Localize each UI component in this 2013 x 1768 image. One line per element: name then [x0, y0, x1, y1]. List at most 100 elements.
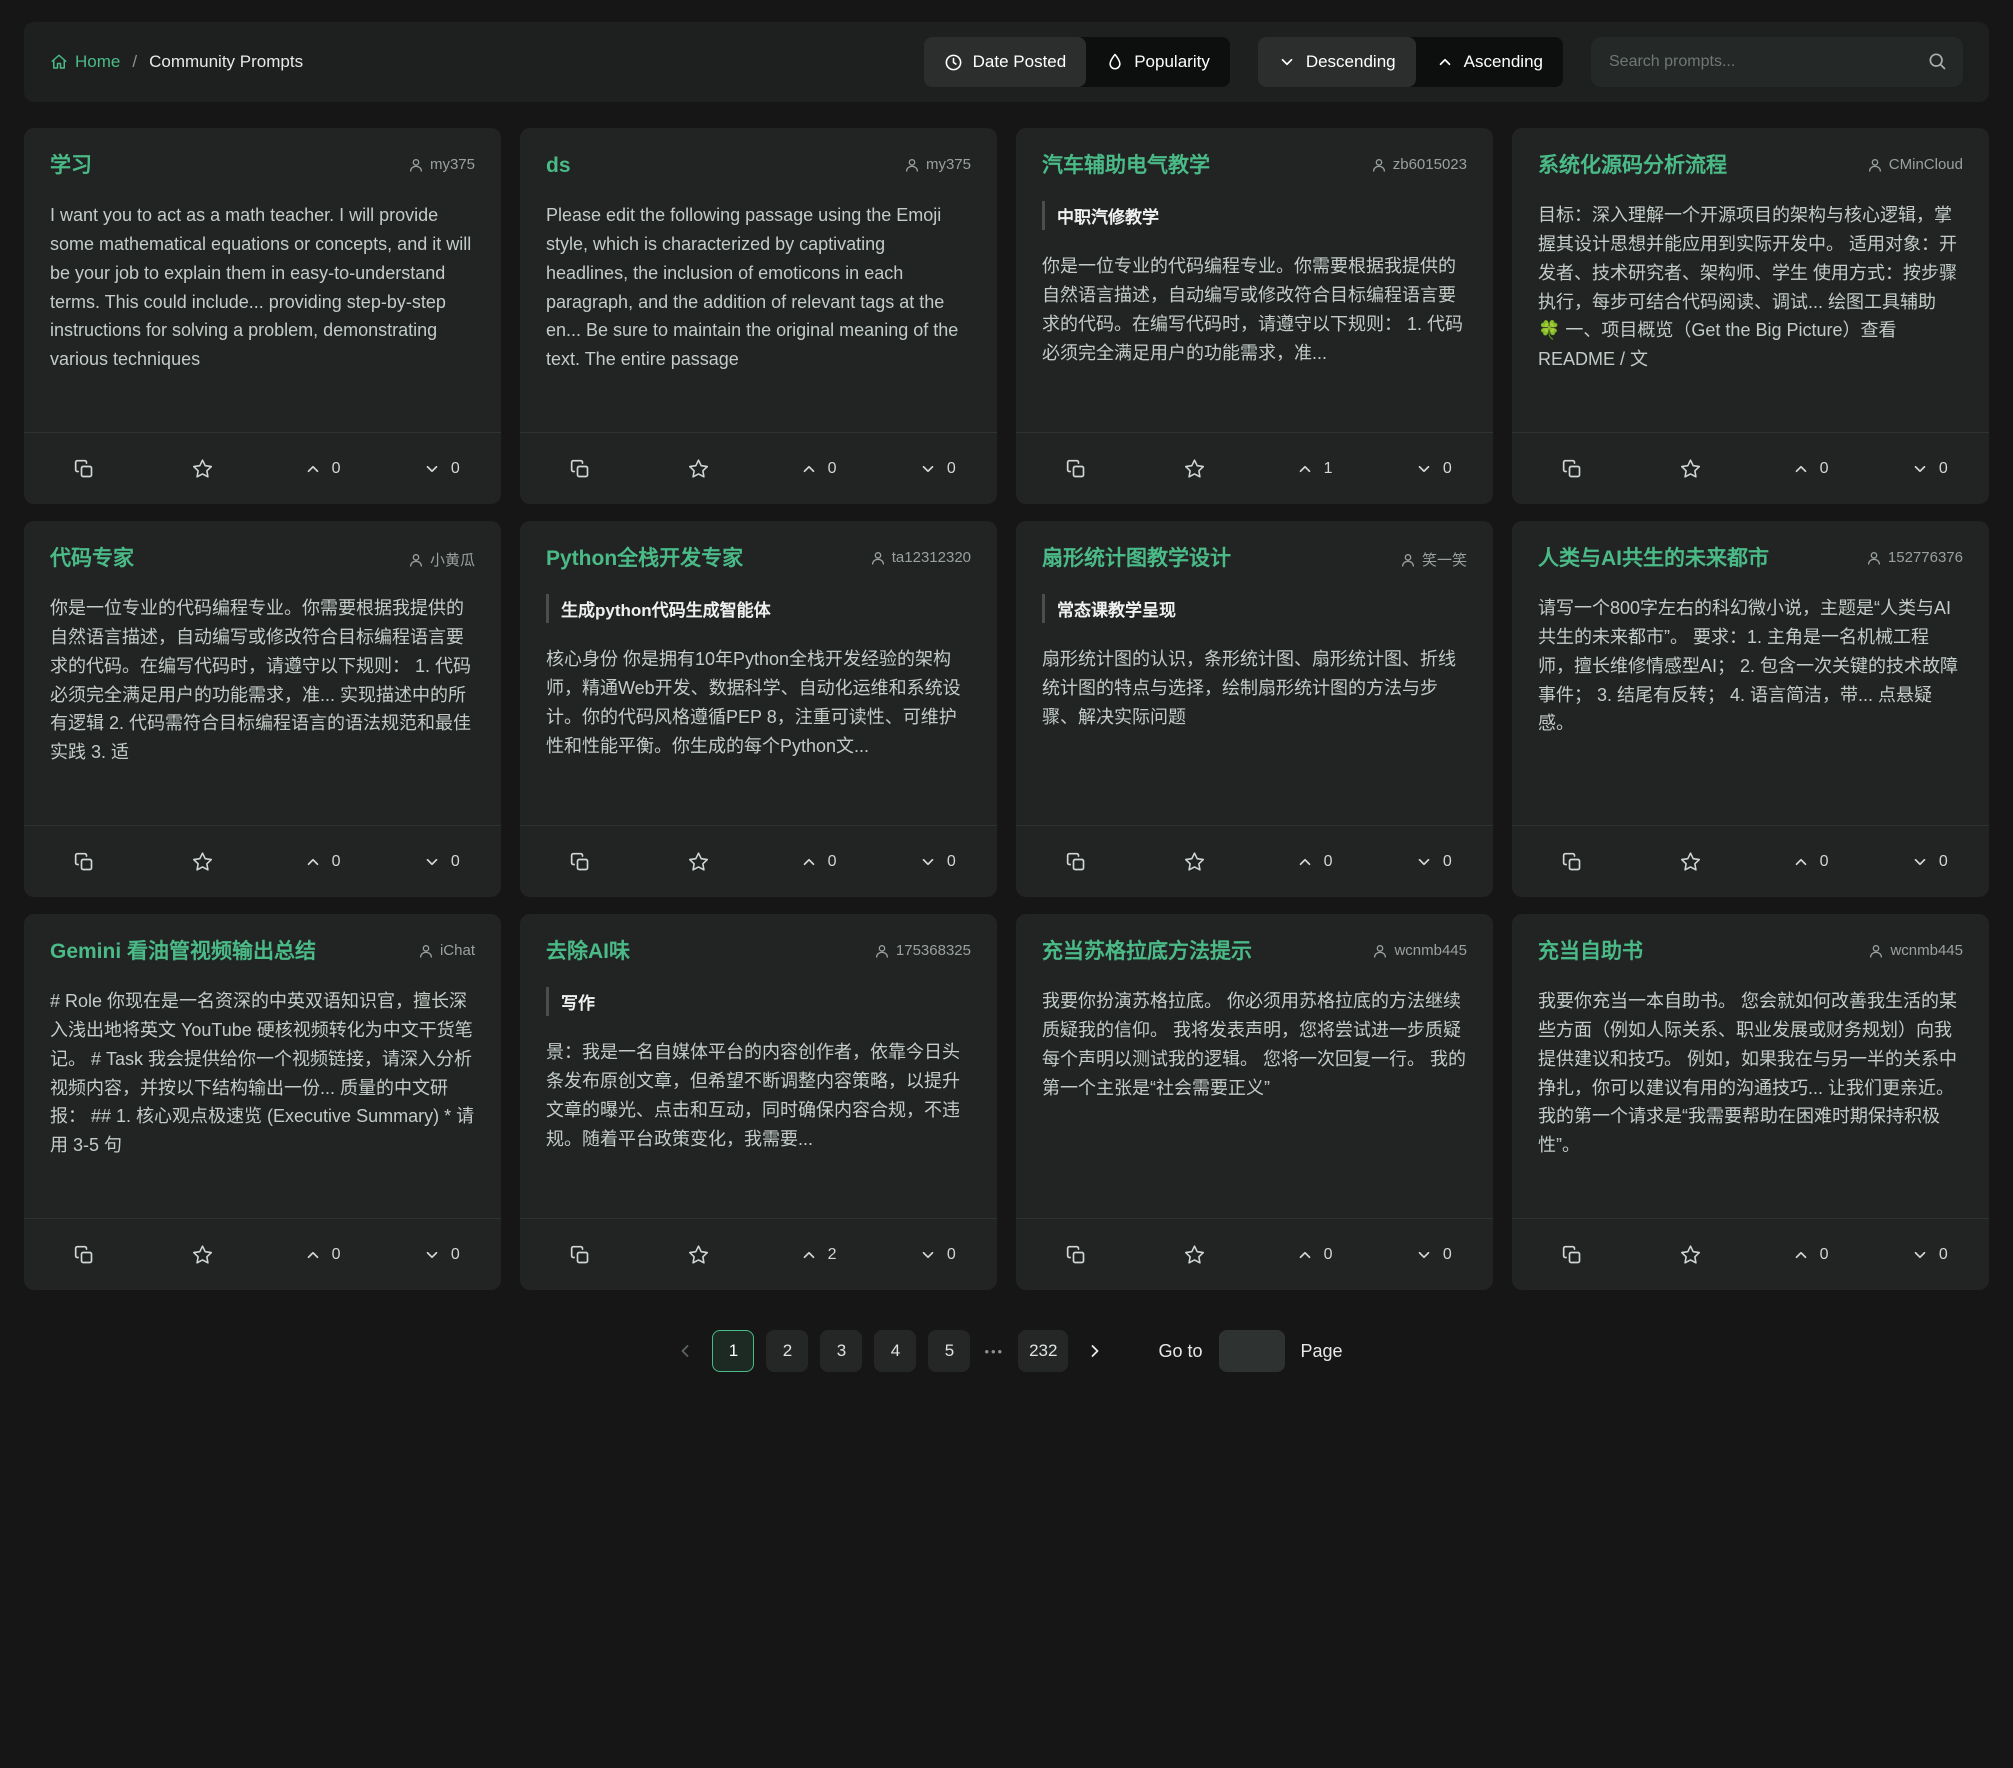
favorite-button[interactable] [639, 826, 758, 897]
chevron-up-icon [304, 460, 322, 478]
favorite-button[interactable] [1135, 433, 1254, 504]
upvote-count: 0 [332, 1246, 341, 1264]
page-button-2[interactable]: 2 [766, 1330, 808, 1372]
prompt-card[interactable]: 充当苏格拉底方法提示 wcnmb445 我要你扮演苏格拉底。 你必须用苏格拉底的… [1016, 914, 1493, 1290]
downvote-button[interactable]: 0 [1374, 433, 1493, 504]
card-footer: 0 0 [1512, 1218, 1989, 1290]
favorite-button[interactable] [1631, 433, 1750, 504]
prompt-card[interactable]: 汽车辅助电气教学 zb6015023 中职汽修教学 你是一位专业的代码编程专业。… [1016, 128, 1493, 504]
prompt-card[interactable]: 代码专家 小黄瓜 你是一位专业的代码编程专业。你需要根据我提供的自然语言描述，自… [24, 521, 501, 897]
upvote-button[interactable]: 0 [759, 433, 878, 504]
upvote-button[interactable]: 1 [1255, 433, 1374, 504]
favorite-button[interactable] [143, 433, 262, 504]
downvote-count: 0 [451, 460, 460, 478]
upvote-count: 0 [1820, 1246, 1829, 1264]
favorite-button[interactable] [1631, 826, 1750, 897]
pagination: 12345 ••• 232 Go to Page [0, 1330, 2013, 1372]
prompt-card[interactable]: ds my375 Please edit the following passa… [520, 128, 997, 504]
card-title: 人类与AI共生的未来都市 [1538, 545, 1769, 572]
card-tag: 常态课教学呈现 [1042, 594, 1467, 623]
copy-button[interactable] [1016, 433, 1135, 504]
downvote-button[interactable]: 0 [1870, 826, 1989, 897]
card-title: Gemini 看油管视频输出总结 [50, 938, 316, 965]
prompt-card[interactable]: 学习 my375 I want you to act as a math tea… [24, 128, 501, 504]
downvote-button[interactable]: 0 [382, 433, 501, 504]
descending-button[interactable]: Descending [1258, 37, 1416, 87]
favorite-button[interactable] [143, 1219, 262, 1290]
popularity-button[interactable]: Popularity [1086, 37, 1230, 87]
search-icon[interactable] [1927, 51, 1947, 71]
last-page-button[interactable]: 232 [1018, 1330, 1068, 1372]
prompt-card[interactable]: 去除AI味 175368325 写作 景：我是一名自媒体平台的内容创作者，依靠今… [520, 914, 997, 1290]
upvote-button[interactable]: 0 [1751, 826, 1870, 897]
card-author: 152776376 [1866, 549, 1963, 566]
downvote-button[interactable]: 0 [382, 1219, 501, 1290]
favorite-button[interactable] [143, 826, 262, 897]
upvote-button[interactable]: 0 [263, 826, 382, 897]
prompt-card[interactable]: 系统化源码分析流程 CMinCloud 目标：深入理解一个开源项目的架构与核心逻… [1512, 128, 1989, 504]
upvote-button[interactable]: 0 [759, 826, 878, 897]
favorite-button[interactable] [639, 433, 758, 504]
card-author-name: iChat [440, 942, 475, 959]
downvote-button[interactable]: 0 [1870, 433, 1989, 504]
copy-button[interactable] [520, 826, 639, 897]
copy-button[interactable] [1512, 826, 1631, 897]
chevron-up-icon [1792, 853, 1810, 871]
upvote-button[interactable]: 0 [1255, 1219, 1374, 1290]
upvote-button[interactable]: 0 [1751, 433, 1870, 504]
upvote-button[interactable]: 0 [1255, 826, 1374, 897]
downvote-button[interactable]: 0 [382, 826, 501, 897]
goto-page-input[interactable] [1219, 1330, 1285, 1372]
downvote-button[interactable]: 0 [1870, 1219, 1989, 1290]
page-button-5[interactable]: 5 [928, 1330, 970, 1372]
card-content: 充当苏格拉底方法提示 wcnmb445 我要你扮演苏格拉底。 你必须用苏格拉底的… [1016, 914, 1493, 1218]
copy-icon [1562, 1245, 1582, 1265]
favorite-button[interactable] [639, 1219, 758, 1290]
copy-button[interactable] [24, 1219, 143, 1290]
prompt-card[interactable]: 人类与AI共生的未来都市 152776376 请写一个800字左右的科幻微小说，… [1512, 521, 1989, 897]
favorite-button[interactable] [1135, 826, 1254, 897]
card-content: 人类与AI共生的未来都市 152776376 请写一个800字左右的科幻微小说，… [1512, 521, 1989, 825]
copy-button[interactable] [1016, 1219, 1135, 1290]
page-button-3[interactable]: 3 [820, 1330, 862, 1372]
breadcrumb-home-link[interactable]: Home [50, 52, 120, 72]
copy-button[interactable] [520, 1219, 639, 1290]
card-body: 你是一位专业的代码编程专业。你需要根据我提供的自然语言描述，自动编写或修改符合目… [1042, 252, 1467, 367]
prompt-card[interactable]: 充当自助书 wcnmb445 我要你充当一本自助书。 您会就如何改善我生活的某些… [1512, 914, 1989, 1290]
prompt-card[interactable]: Gemini 看油管视频输出总结 iChat # Role 你现在是一名资深的中… [24, 914, 501, 1290]
downvote-button[interactable]: 0 [1374, 1219, 1493, 1290]
prev-page-button[interactable] [670, 1330, 700, 1372]
search-input[interactable] [1591, 37, 1963, 87]
prompt-card[interactable]: 扇形统计图教学设计 笑一笑 常态课教学呈现 扇形统计图的认识，条形统计图、扇形统… [1016, 521, 1493, 897]
downvote-button[interactable]: 0 [878, 1219, 997, 1290]
ascending-button[interactable]: Ascending [1416, 37, 1563, 87]
downvote-button[interactable]: 0 [878, 433, 997, 504]
card-author: my375 [904, 156, 971, 173]
upvote-button[interactable]: 0 [263, 1219, 382, 1290]
copy-button[interactable] [1016, 826, 1135, 897]
downvote-count: 0 [1939, 853, 1948, 871]
copy-button[interactable] [24, 433, 143, 504]
downvote-button[interactable]: 0 [878, 826, 997, 897]
copy-button[interactable] [1512, 1219, 1631, 1290]
copy-button[interactable] [24, 826, 143, 897]
star-icon [1184, 1244, 1205, 1265]
upvote-button[interactable]: 0 [1751, 1219, 1870, 1290]
upvote-count: 0 [332, 460, 341, 478]
prompt-card[interactable]: Python全栈开发专家 ta12312320 生成python代码生成智能体 … [520, 521, 997, 897]
page-button-4[interactable]: 4 [874, 1330, 916, 1372]
card-body: I want you to act as a math teacher. I w… [50, 201, 475, 374]
card-author-name: CMinCloud [1889, 156, 1963, 173]
favorite-button[interactable] [1135, 1219, 1254, 1290]
upvote-button[interactable]: 2 [759, 1219, 878, 1290]
copy-button[interactable] [1512, 433, 1631, 504]
copy-button[interactable] [520, 433, 639, 504]
favorite-button[interactable] [1631, 1219, 1750, 1290]
next-page-button[interactable] [1080, 1330, 1110, 1372]
chevron-down-icon [1911, 1246, 1929, 1264]
date-posted-button[interactable]: Date Posted [924, 37, 1087, 87]
downvote-button[interactable]: 0 [1374, 826, 1493, 897]
user-icon [1868, 943, 1884, 959]
page-button-1[interactable]: 1 [712, 1330, 754, 1372]
upvote-button[interactable]: 0 [263, 433, 382, 504]
